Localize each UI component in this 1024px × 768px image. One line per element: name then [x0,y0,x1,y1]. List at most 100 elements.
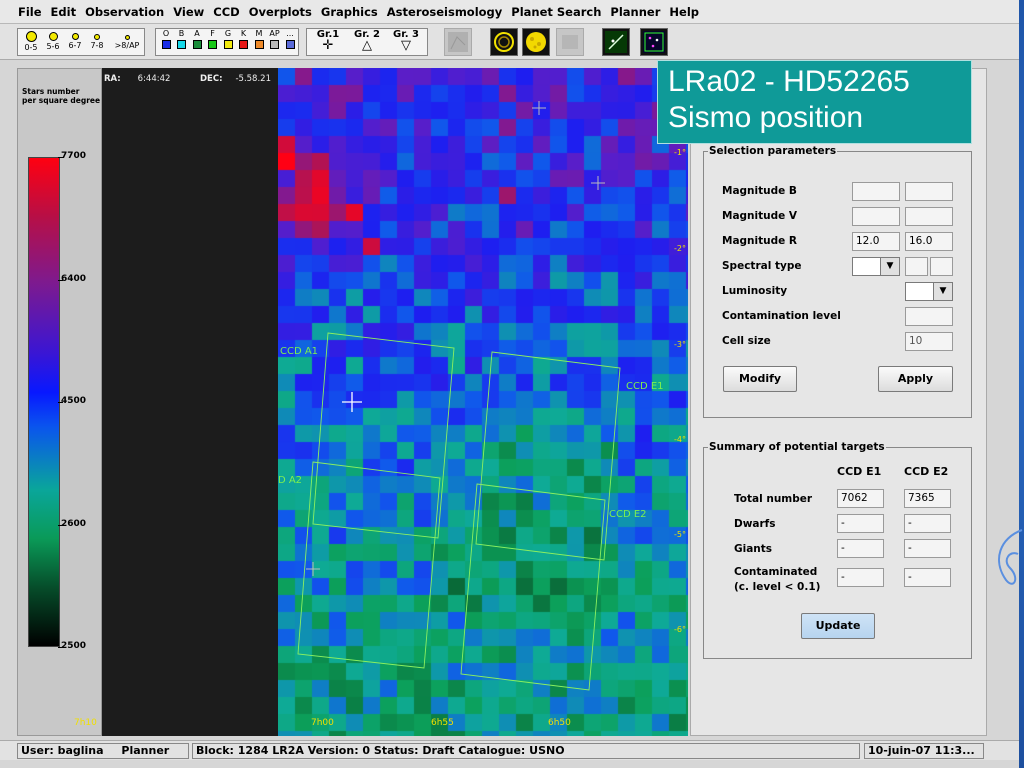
ccd-e1-outline [475,351,621,561]
magnitude-8-ap-toggle[interactable]: >8/AP [112,29,142,55]
magnitude-v-label: Magnitude V [722,210,798,222]
spectral-class-toggle[interactable]: ... [283,29,297,55]
menu-planet-search[interactable]: Planet Search [511,5,601,19]
star-field-button[interactable] [640,28,668,56]
ra-tick-label: 6h50 [548,718,571,728]
menu-file[interactable]: File [18,5,42,19]
spectral-class-toggle[interactable]: K [237,29,251,55]
colorbar-label: 4500 [61,396,87,406]
dec-tick-label: -6° [674,625,686,634]
application-window: File Edit Observation View CCD Overplots… [0,0,1019,768]
group-2-toggle[interactable]: Gr. 2 △ [348,29,386,55]
triangle-down-icon: ▽ [401,38,411,53]
spectral-color-swatch [192,40,202,49]
status-info: Block: 1284 LR2A Version: 0 Status: Draf… [192,743,860,759]
spectral-class-label: B [178,29,185,38]
spectral-class-toggle[interactable]: G [221,29,235,55]
luminosity-label: Luminosity [722,285,788,297]
slide-title-box: LRa02 - HD52265 Sismo position [657,60,972,144]
magnitude-label: 6-7 [68,41,82,50]
menu-graphics[interactable]: Graphics [321,5,378,19]
column-header-ccd-e1: CCD E1 [837,465,882,478]
menu-asteroseismology[interactable]: Asteroseismology [387,5,503,19]
chevron-down-icon: ▼ [880,258,899,275]
magnitude-b-min-field[interactable] [852,182,900,201]
giants-label: Giants [734,543,773,555]
group-filter-group[interactable]: Gr.1 ✛ Gr. 2 △ Gr. 3 ▽ [306,28,428,56]
group-1-toggle[interactable]: Gr.1 ✛ [309,29,347,55]
magnitude-label: 0-5 [24,43,38,52]
menu-edit[interactable]: Edit [51,5,77,19]
total-number-e2: 7365 [904,489,951,508]
modify-button[interactable]: Modify [723,366,797,392]
menu-overplots[interactable]: Overplots [249,5,312,19]
menu-view[interactable]: View [173,5,204,19]
swirl-decoration-icon [998,529,1023,585]
density-colorbar [28,157,60,647]
star-dot-icon [48,32,58,41]
dec-label: DEC: [200,74,223,84]
ccd-overlay [297,101,621,691]
spectral-class-label: O [162,29,170,38]
spectral-type-field-1[interactable] [905,257,928,276]
ccd-e1-label: CCD E1 [626,381,664,392]
status-user: User: baglina [21,744,104,757]
star-dot-icon [25,31,37,42]
magnitude-0-5-toggle[interactable]: 0-5 [20,29,42,55]
stamp-button[interactable] [556,28,584,56]
dec-tick-label: -4° [674,435,686,444]
colorbar-label-max: 7700 [61,151,87,161]
magnitude-6-7-toggle[interactable]: 6-7 [64,29,86,55]
magnitude-b-max-field[interactable] [905,182,953,201]
magnitude-5-6-toggle[interactable]: 5-6 [42,29,64,55]
star-cluster-button[interactable] [522,28,550,56]
selection-parameters-title: Selection parameters [708,145,838,157]
menu-bar: File Edit Observation View CCD Overplots… [0,0,1019,24]
spectral-class-label: K [240,29,247,38]
spectral-class-toggle[interactable]: O [159,29,173,55]
star-cluster-icon [526,32,546,52]
ra-tick-label: 6h55 [431,718,454,728]
ccd-a2-label: CCD A2 [278,475,303,486]
menu-help[interactable]: Help [669,5,699,19]
control-panel: Selection parameters Magnitude B Magnitu… [690,68,987,736]
star-dot-icon [94,34,100,40]
spectral-type-field-2[interactable] [930,257,953,276]
coordinate-strip: RA: 6:44:42 DEC: -5.58.21 7h10 [74,68,278,736]
magnitude-v-max-field[interactable] [905,207,953,226]
cell-size-field[interactable]: 10 [905,332,953,351]
spectral-class-toggle[interactable]: AP [268,29,282,55]
apply-button[interactable]: Apply [878,366,953,392]
triangle-up-icon: △ [362,38,372,53]
target-ring-button[interactable] [490,28,518,56]
stamp-icon [562,35,578,49]
menu-ccd[interactable]: CCD [213,5,239,19]
spectral-color-swatch [208,40,217,49]
contamination-level-field[interactable] [905,307,953,326]
magnitude-filter-group[interactable]: 0-5 5-6 6-7 7-8 >8/AP [17,28,145,56]
star-density-map[interactable]: CCD A1 CCD E1 CCD A2 CCD E2 -1° -2° -3° … [278,68,688,736]
star-dot-icon [124,35,130,40]
magnitude-v-min-field[interactable] [852,207,900,226]
spectral-class-toggle[interactable]: M [252,29,266,55]
magnitude-r-max-field[interactable]: 16.0 [905,232,953,251]
sky-image-button[interactable] [444,28,472,56]
contaminated-label: Contaminated (c. level < 0.1) [734,566,821,593]
magnitude-b-label: Magnitude B [722,185,797,197]
spectral-type-select[interactable]: ▼ [852,257,900,276]
menu-planner[interactable]: Planner [610,5,660,19]
target-marker-icon [342,392,362,412]
magnitude-r-min-field[interactable]: 12.0 [852,232,900,251]
group-3-toggle[interactable]: Gr. 3 ▽ [387,29,425,55]
luminosity-select[interactable]: ▼ [905,282,953,301]
magnitude-7-8-toggle[interactable]: 7-8 [86,29,108,55]
draw-line-button[interactable] [602,28,630,56]
menu-observation[interactable]: Observation [85,5,164,19]
spectral-filter-group[interactable]: O B A F G K M AP... [155,28,299,56]
star-dot-icon [71,33,79,40]
spectral-color-swatch [161,40,171,49]
spectral-class-toggle[interactable]: A [190,29,204,55]
spectral-class-toggle[interactable]: B [175,29,189,55]
update-button[interactable]: Update [801,613,875,639]
spectral-class-toggle[interactable]: F [206,29,220,55]
